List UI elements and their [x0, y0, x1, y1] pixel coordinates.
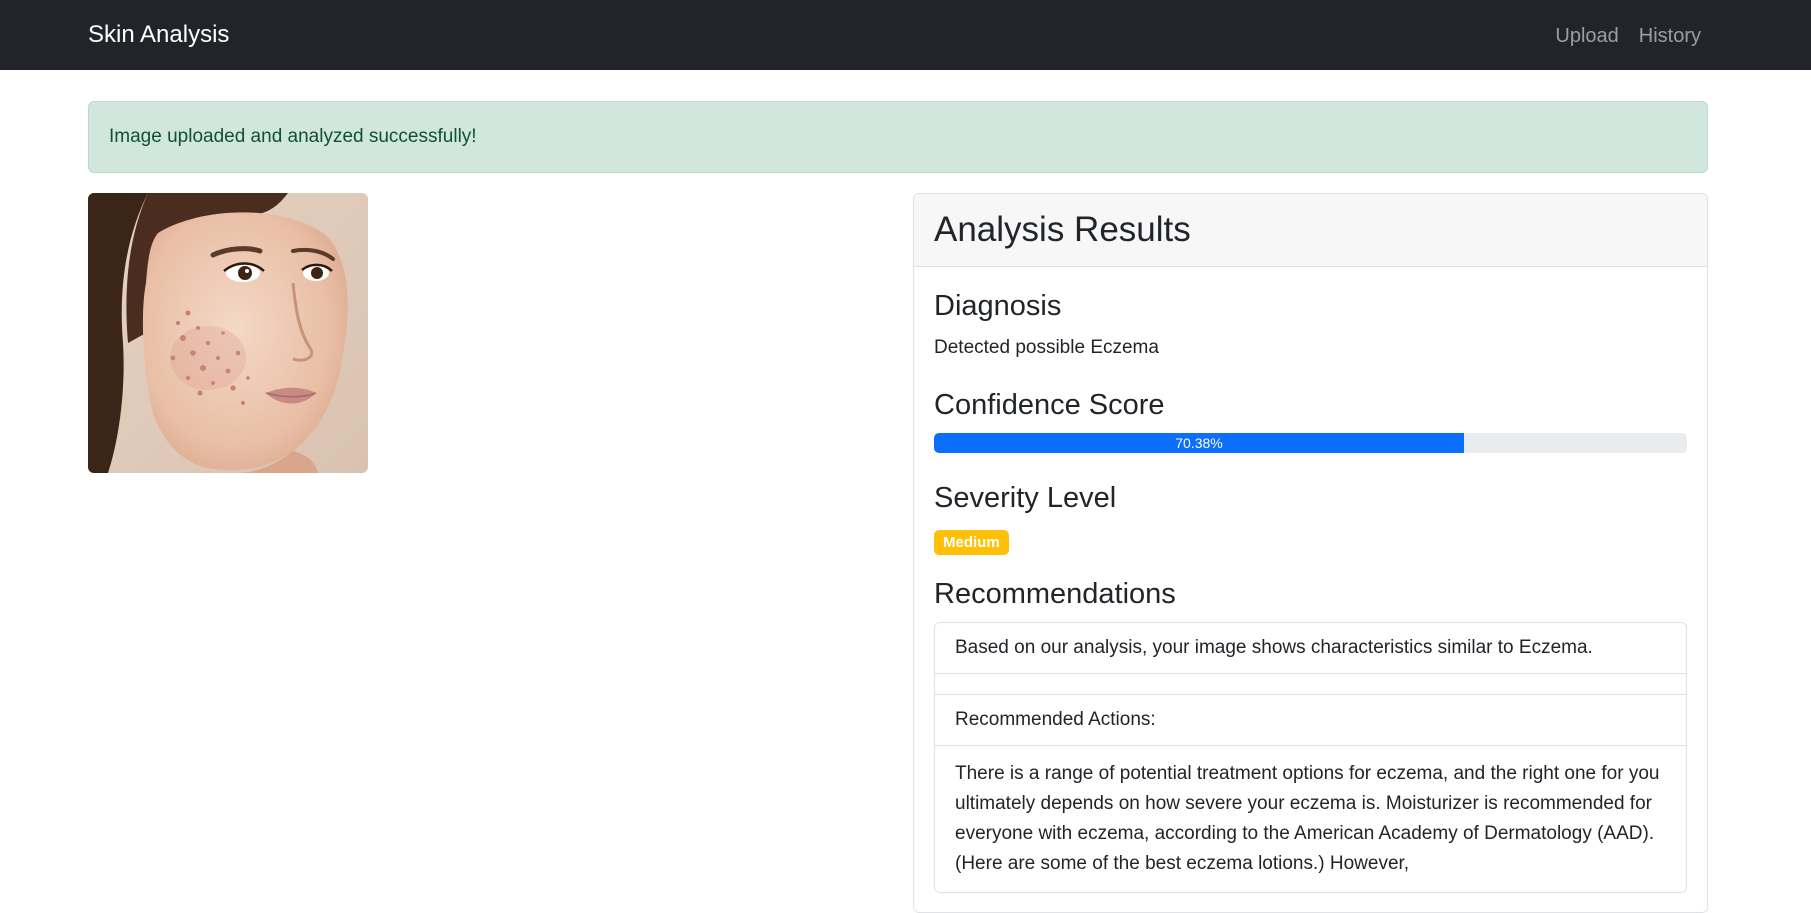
card-header: Analysis Results: [914, 194, 1707, 267]
confidence-label: 70.38%: [1175, 435, 1223, 451]
diagnosis-text: Detected possible Eczema: [934, 337, 1159, 358]
uploaded-image: [88, 193, 368, 473]
face-photo: [88, 193, 368, 473]
card-body: Diagnosis Detected possible Eczema Confi…: [914, 267, 1707, 893]
alert-message: Image uploaded and analyzed successfully…: [109, 126, 477, 147]
recommendation-summary: Based on our analysis, your image shows …: [935, 623, 1686, 674]
nav-link-upload[interactable]: Upload: [1555, 22, 1618, 50]
recommended-actions-label: Recommended Actions:: [935, 695, 1686, 746]
recommendations-heading: Recommendations: [934, 578, 1176, 610]
results-title: Analysis Results: [934, 210, 1191, 249]
severity-heading: Severity Level: [934, 482, 1117, 514]
confidence-heading: Confidence Score: [934, 389, 1165, 421]
severity-badge: Medium: [934, 530, 1009, 555]
nav-link-history[interactable]: History: [1639, 22, 1701, 50]
success-alert: Image uploaded and analyzed successfully…: [88, 101, 1708, 173]
diagnosis-heading: Diagnosis: [934, 290, 1062, 322]
nav-links: Upload History: [1555, 22, 1701, 50]
confidence-progress: 70.38%: [934, 433, 1687, 453]
brand-link[interactable]: Skin Analysis: [88, 20, 229, 50]
recommendations-list: Based on our analysis, your image shows …: [934, 622, 1687, 893]
list-item-empty: [935, 674, 1686, 695]
top-navbar: Skin Analysis Upload History: [0, 0, 1811, 70]
recommendation-body: There is a range of potential treatment …: [955, 763, 1660, 874]
confidence-progress-bar: 70.38%: [934, 433, 1464, 453]
analysis-results-card: Analysis Results Diagnosis Detected poss…: [913, 193, 1708, 913]
